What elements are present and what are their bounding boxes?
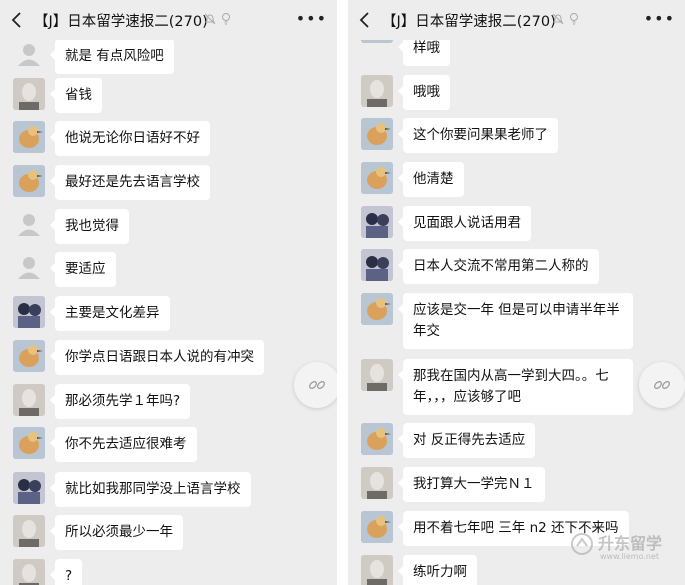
bird-avatar[interactable] [361, 118, 393, 150]
message-bubble[interactable]: 他清楚 [398, 162, 464, 197]
chat-header: 【J】日本留学速报二(270) ••• [0, 0, 337, 40]
message-bubble[interactable]: 练听力啊 [398, 555, 477, 585]
message-bubble[interactable]: 他说无论你日语好不好 [50, 121, 210, 156]
message-bubble[interactable]: 所以必须最少一年 [50, 515, 183, 550]
bird-avatar[interactable] [361, 162, 393, 194]
message-bubble[interactable]: 应该是交一年 但是可以申请半年半年交 [398, 293, 633, 349]
watermark: 升东留学 www.liemo.net [570, 528, 680, 568]
face-avatar[interactable] [361, 555, 393, 585]
message-bubble[interactable]: 就比如我那同学没上语言学校 [50, 472, 251, 507]
watermark-logo-icon [571, 533, 593, 555]
bulb-icon [570, 13, 578, 25]
message-bubble[interactable]: ? [49, 559, 83, 585]
link-float-button[interactable] [294, 362, 337, 408]
message-bubble[interactable]: 最好还是先去语言学校 [50, 165, 210, 200]
more-options-button[interactable]: ••• [296, 9, 327, 28]
bird-avatar[interactable] [13, 165, 45, 197]
message-bubble[interactable]: 见面跟人说话用君 [398, 206, 531, 241]
bird-avatar[interactable] [13, 427, 45, 459]
message-bubble[interactable]: 你学点日语跟日本人说的有冲突 [50, 340, 264, 375]
link-icon [309, 381, 325, 389]
message-bubble[interactable]: 我打算大一学完Ｎ１ [398, 467, 545, 502]
face-avatar[interactable] [13, 515, 45, 547]
message-bubble[interactable]: 主要是文化差异 [50, 296, 170, 331]
watermark-url: www.liemo.net [600, 552, 660, 561]
message-bubble[interactable]: 哦哦 [398, 75, 450, 110]
message-bubble[interactable]: 要适应 [50, 252, 116, 287]
message-bubble[interactable]: 就是 有点风险吧 [50, 39, 174, 74]
bird-avatar[interactable] [361, 293, 393, 325]
default-avatar[interactable] [13, 39, 45, 71]
bird-avatar[interactable] [13, 121, 45, 153]
face-avatar[interactable] [13, 384, 45, 416]
bird-avatar[interactable] [361, 423, 393, 455]
face-avatar[interactable] [361, 467, 393, 499]
bird-avatar[interactable] [13, 340, 45, 372]
message-bubble[interactable]: 这个你要问果果老师了 [398, 118, 558, 153]
bulb-icon [222, 13, 230, 25]
left-chat-panel: 【J】日本留学速报二(270) ••• 就是 有点风险吧 省钱 他说无论你日语好… [0, 0, 337, 585]
chat-title: 【J】日本留学速报二(270) [382, 14, 556, 30]
message-bubble[interactable]: 那我在国内从高一学到大四。。七年，，，应该够了吧 [398, 359, 633, 415]
girl-avatar[interactable] [361, 249, 393, 281]
link-float-button[interactable] [639, 362, 685, 408]
back-icon[interactable] [10, 11, 22, 29]
bird-avatar[interactable] [361, 511, 393, 543]
default-avatar[interactable] [13, 209, 45, 241]
more-options-button[interactable]: ••• [644, 9, 675, 28]
face-avatar[interactable] [361, 75, 393, 107]
message-bubble[interactable]: 对 反正得先去适应 [397, 423, 536, 458]
message-bubble[interactable]: 日本人交流不常用第二人称的 [398, 249, 599, 284]
mute-icon [204, 13, 216, 25]
message-bubble[interactable]: 省钱 [50, 78, 102, 113]
face-avatar[interactable] [361, 359, 393, 391]
watermark-brand: 升东留学 [598, 534, 663, 553]
face-avatar[interactable] [13, 78, 45, 110]
mute-icon [552, 13, 564, 25]
face-avatar[interactable] [13, 559, 45, 585]
message-bubble[interactable]: 我也觉得 [50, 209, 129, 244]
girl-avatar[interactable] [361, 206, 393, 238]
girl-avatar[interactable] [13, 296, 45, 328]
girl-avatar[interactable] [13, 472, 45, 504]
default-avatar[interactable] [13, 252, 45, 284]
message-bubble[interactable]: 你不先去适应很难考 [50, 427, 197, 462]
back-icon[interactable] [358, 11, 370, 29]
chat-title: 【J】日本留学速报二(270) [34, 14, 208, 30]
message-bubble[interactable]: 那必须先学１年吗? [49, 384, 191, 419]
right-chat-panel: 【J】日本留学速报二(270) ••• 样哦 哦哦 这个你要问果果老师了 他清楚… [348, 0, 685, 585]
link-icon [654, 381, 670, 389]
chat-header: 【J】日本留学速报二(270) ••• [348, 0, 685, 40]
